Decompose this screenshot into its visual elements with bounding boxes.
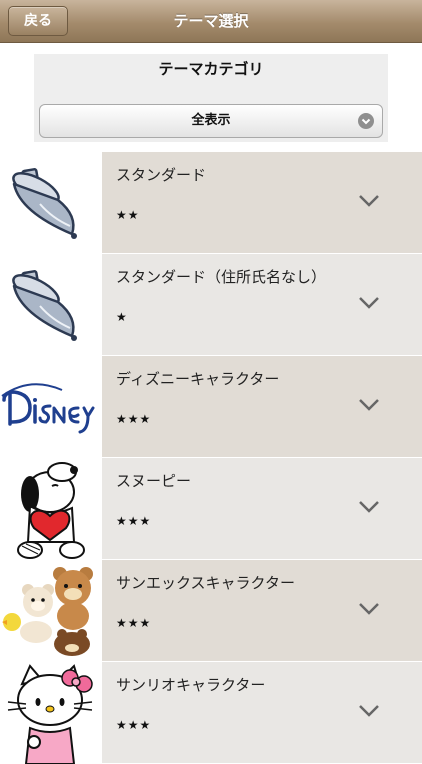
category-filter-title: テーマカテゴリ [158, 60, 264, 78]
spinning-top-icon [0, 254, 102, 356]
category-select[interactable]: 全表示 [39, 104, 383, 138]
theme-cell[interactable]: スタンダード ★★ [102, 152, 422, 254]
spinning-top-icon [0, 152, 102, 254]
category-select-value: 全表示 [191, 113, 231, 128]
disney-logo [0, 356, 102, 458]
theme-name: サンエックスキャラクター [116, 574, 295, 592]
rilakkuma-characters [0, 560, 102, 662]
chevron-down-icon [359, 195, 379, 207]
theme-row[interactable]: サンエックスキャラクター ★★★ [0, 560, 422, 662]
chevron-down-icon [359, 399, 379, 411]
theme-cell[interactable]: スタンダード（住所氏名なし） ★ [102, 254, 422, 356]
theme-cell[interactable]: サンエックスキャラクター ★★★ [102, 560, 422, 662]
theme-cell[interactable]: サンリオキャラクター ★★★ [102, 662, 422, 764]
theme-row[interactable]: スヌーピー ★★★ [0, 458, 422, 560]
chevron-down-icon [359, 297, 379, 309]
theme-name: サンリオキャラクター [116, 676, 266, 694]
hello-kitty-character [0, 662, 102, 764]
theme-rating: ★★ [116, 208, 140, 222]
chevron-down-icon [359, 603, 379, 615]
navigation-bar: テーマ選択 戻る [0, 0, 422, 43]
theme-row[interactable]: スタンダード ★★ [0, 152, 422, 254]
theme-name: ディズニーキャラクター [116, 370, 280, 388]
theme-rating: ★★★ [116, 718, 152, 732]
theme-rating: ★ [116, 310, 128, 324]
theme-cell[interactable]: スヌーピー ★★★ [102, 458, 422, 560]
theme-rating: ★★★ [116, 514, 152, 528]
theme-name: スタンダード（住所氏名なし） [116, 268, 327, 286]
theme-rating: ★★★ [116, 412, 152, 426]
theme-list: スタンダード ★★ スタンダード（住所氏名なし） ★ ディズニーキャラクター ★… [0, 152, 422, 764]
theme-row[interactable]: サンリオキャラクター ★★★ [0, 662, 422, 764]
theme-name: スタンダード [116, 166, 207, 184]
back-button[interactable]: 戻る [8, 6, 68, 36]
chevron-down-icon [358, 113, 374, 129]
theme-row[interactable]: スタンダード（住所氏名なし） ★ [0, 254, 422, 356]
chevron-down-icon [359, 705, 379, 717]
snoopy-character [0, 458, 102, 560]
chevron-down-icon [359, 501, 379, 513]
theme-cell[interactable]: ディズニーキャラクター ★★★ [102, 356, 422, 458]
theme-name: スヌーピー [116, 472, 192, 490]
theme-row[interactable]: ディズニーキャラクター ★★★ [0, 356, 422, 458]
category-filter-panel: テーマカテゴリ 全表示 [34, 54, 388, 142]
theme-rating: ★★★ [116, 616, 152, 630]
